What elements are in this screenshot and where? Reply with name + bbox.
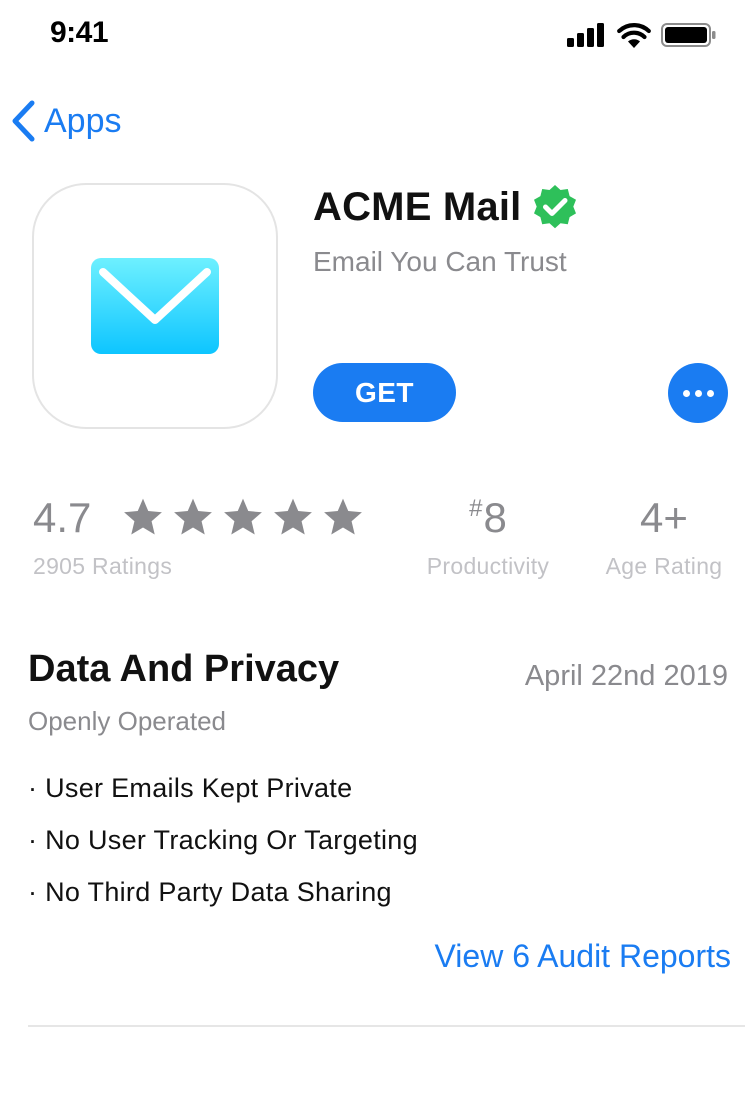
get-button[interactable]: GET: [313, 363, 456, 422]
cellular-signal-icon: [567, 23, 604, 47]
app-icon: [32, 183, 278, 429]
ellipsis-icon: [682, 389, 714, 397]
rating-value: 4.7: [33, 494, 92, 541]
back-button[interactable]: Apps: [10, 100, 122, 142]
star-icon: [174, 498, 212, 535]
rank-value: #8: [420, 494, 556, 542]
app-store-page: 9:41 Apps ACME Mail Email You Can Trust …: [0, 0, 745, 1097]
app-subtitle: Email You Can Trust: [313, 246, 567, 277]
age-rating-label: Age Rating: [605, 553, 723, 579]
verified-badge-icon: [534, 185, 577, 229]
status-icons: [567, 22, 717, 48]
battery-icon: [661, 23, 716, 47]
star-icon: [224, 498, 262, 535]
privacy-item: · No User Tracking Or Targeting: [28, 825, 418, 855]
privacy-item: · User Emails Kept Private: [28, 773, 353, 803]
privacy-date: April 22nd 2019: [524, 660, 728, 692]
more-button[interactable]: [668, 363, 728, 423]
star-rating: [122, 496, 364, 538]
privacy-item: · No Third Party Data Sharing: [28, 877, 392, 907]
rank-category: Productivity: [426, 553, 550, 579]
back-label: Apps: [44, 102, 122, 140]
app-name: ACME Mail: [313, 184, 522, 229]
rank-symbol: #: [469, 495, 483, 522]
view-audit-reports-link[interactable]: View 6 Audit Reports: [435, 938, 731, 975]
divider: [28, 1025, 745, 1027]
age-rating-value: 4+: [640, 494, 688, 541]
envelope-icon: [91, 258, 219, 354]
chevron-left-icon: [12, 100, 35, 142]
privacy-list: · User Emails Kept Private · No User Tra…: [28, 770, 418, 926]
rating-count: 2905 Ratings: [33, 553, 173, 579]
privacy-subtitle: Openly Operated: [28, 706, 227, 736]
status-time: 9:41: [50, 16, 109, 49]
rank-number: 8: [483, 494, 507, 541]
app-title: ACME Mail: [313, 183, 579, 231]
wifi-icon: [617, 23, 651, 48]
star-icon: [124, 498, 162, 535]
privacy-title: Data And Privacy: [28, 648, 340, 690]
star-icon: [324, 498, 362, 535]
star-icon: [274, 498, 312, 535]
